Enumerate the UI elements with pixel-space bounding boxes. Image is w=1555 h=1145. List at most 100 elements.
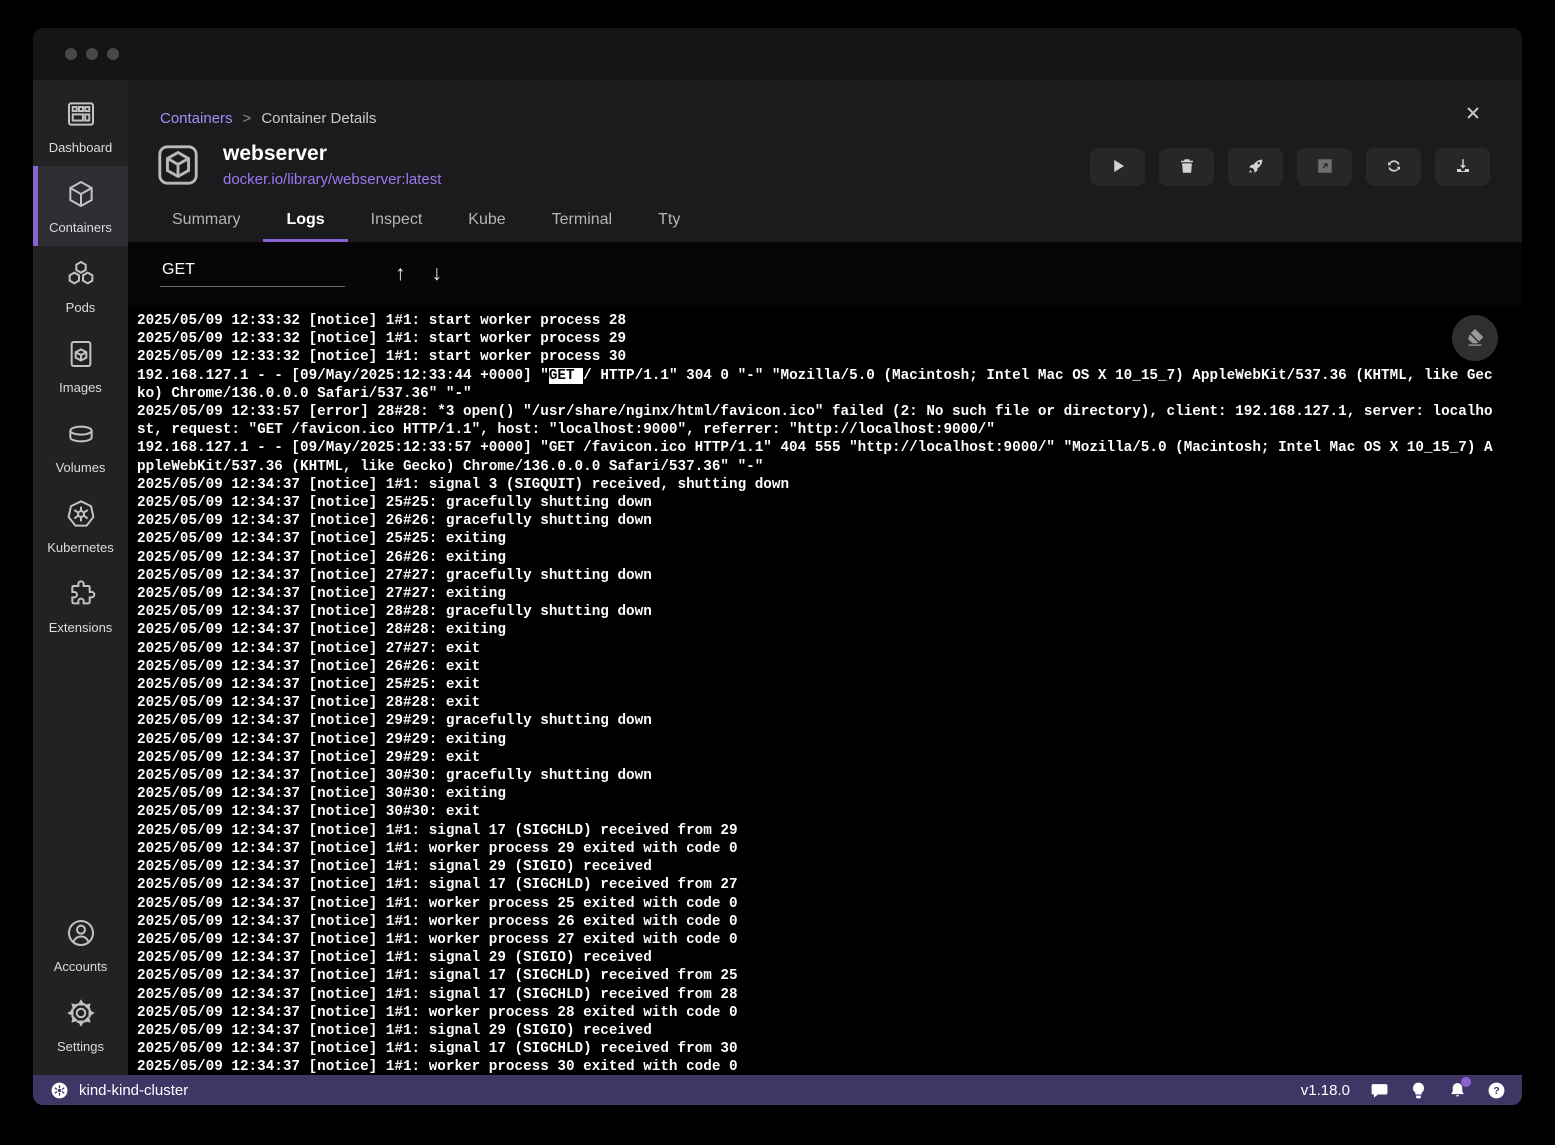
download-icon (1454, 157, 1472, 178)
delete-container-button[interactable] (1159, 148, 1214, 186)
log-search-bar: ↑ ↓ (128, 242, 1522, 305)
sidebar-item-pods[interactable]: Pods (33, 246, 128, 326)
log-line: 2025/05/09 12:34:37 [notice] 29#29: exit… (137, 731, 1522, 749)
tab-kube[interactable]: Kube (445, 211, 528, 242)
log-line: 2025/05/09 12:34:37 [notice] 29#29: grac… (137, 712, 1522, 730)
log-line: 2025/05/09 12:34:37 [notice] 30#30: grac… (137, 767, 1522, 785)
sidebar-item-label: Extensions (49, 620, 113, 635)
log-line: 2025/05/09 12:34:37 [notice] 1#1: signal… (137, 986, 1522, 1004)
tab-summary[interactable]: Summary (149, 211, 263, 242)
feedback-chat-icon[interactable] (1369, 1080, 1389, 1100)
window-titlebar (33, 28, 1522, 80)
log-line: 2025/05/09 12:34:37 [notice] 1#1: signal… (137, 949, 1522, 967)
page-title: webserver (223, 142, 441, 166)
log-line: 2025/05/09 12:33:32 [notice] 1#1: start … (137, 312, 1522, 330)
sidebar-item-kubernetes[interactable]: Kubernetes (33, 486, 128, 566)
sidebar-item-volumes[interactable]: Volumes (33, 406, 128, 486)
log-line: 2025/05/09 12:34:37 [notice] 1#1: worker… (137, 913, 1522, 931)
log-line: 2025/05/09 12:34:37 [notice] 26#26: exit (137, 658, 1522, 676)
sidebar-item-label: Settings (57, 1039, 104, 1054)
log-line: 2025/05/09 12:34:37 [notice] 1#1: worker… (137, 895, 1522, 913)
sidebar-spacer (33, 646, 128, 905)
log-line: 2025/05/09 12:34:37 [notice] 26#26: exit… (137, 549, 1522, 567)
tab-terminal[interactable]: Terminal (529, 211, 635, 242)
open-external-icon (1316, 157, 1334, 178)
cluster-name-label: kind-kind-cluster (79, 1082, 188, 1099)
image-reference-link[interactable]: docker.io/library/webserver:latest (223, 171, 441, 188)
log-line: 2025/05/09 12:33:32 [notice] 1#1: start … (137, 330, 1522, 348)
tab-logs[interactable]: Logs (263, 211, 347, 242)
log-line: 2025/05/09 12:34:37 [notice] 1#1: worker… (137, 931, 1522, 949)
notification-badge-dot (1461, 1077, 1471, 1087)
kubernetes-context-icon (49, 1080, 69, 1100)
sidebar-item-label: Containers (49, 220, 112, 235)
log-line: 192.168.127.1 - - [09/May/2025:12:33:44 … (137, 367, 1522, 385)
breadcrumb-separator: > (243, 110, 252, 127)
app-version-label: v1.18.0 (1301, 1082, 1350, 1099)
log-line: 2025/05/09 12:33:32 [notice] 1#1: start … (137, 348, 1522, 366)
trash-icon (1178, 157, 1196, 178)
log-line: 2025/05/09 12:34:37 [notice] 28#28: exit… (137, 621, 1522, 639)
kubernetes-context-button[interactable]: kind-kind-cluster (49, 1080, 188, 1100)
sidebar-item-settings[interactable]: Settings (33, 985, 128, 1065)
tab-inspect[interactable]: Inspect (348, 211, 446, 242)
log-line: 2025/05/09 12:34:37 [notice] 1#1: signal… (137, 876, 1522, 894)
breadcrumb: Containers > Container Details (160, 110, 376, 127)
sidebar-item-label: Kubernetes (47, 540, 114, 555)
search-previous-match-button[interactable]: ↑ (395, 262, 406, 286)
user-account-icon (65, 917, 97, 952)
svg-text:?: ? (1493, 1086, 1499, 1097)
log-search-input[interactable] (160, 261, 345, 287)
window-minimize-button[interactable] (86, 48, 98, 60)
log-line: 2025/05/09 12:34:37 [notice] 1#1: worker… (137, 840, 1522, 858)
sidebar-item-label: Volumes (56, 460, 106, 475)
sidebar-item-accounts[interactable]: Accounts (33, 905, 128, 985)
log-line: 2025/05/09 12:34:37 [notice] 1#1: signal… (137, 1022, 1522, 1040)
search-next-match-button[interactable]: ↓ (432, 262, 443, 286)
log-line: 2025/05/09 12:34:37 [notice] 27#27: grac… (137, 567, 1522, 585)
log-line: 2025/05/09 12:34:37 [notice] 1#1: worker… (137, 1058, 1522, 1075)
export-container-button[interactable] (1435, 148, 1490, 186)
sidebar-item-label: Pods (66, 300, 96, 315)
sidebar-item-extensions[interactable]: Extensions (33, 566, 128, 646)
start-container-button[interactable] (1090, 148, 1145, 186)
log-line: 2025/05/09 12:34:37 [notice] 25#25: exit (137, 676, 1522, 694)
tips-lightbulb-icon[interactable] (1408, 1080, 1428, 1100)
log-line: 2025/05/09 12:34:37 [notice] 26#26: grac… (137, 512, 1522, 530)
open-browser-button[interactable] (1297, 148, 1352, 186)
log-viewer[interactable]: 2025/05/09 12:33:32 [notice] 1#1: start … (128, 305, 1522, 1075)
log-line: 2025/05/09 12:34:37 [notice] 27#27: exit (137, 640, 1522, 658)
container-actions-toolbar (1090, 148, 1490, 186)
sidebar-item-containers[interactable]: Containers (33, 166, 128, 246)
breadcrumb-current: Container Details (261, 110, 376, 127)
window-close-button[interactable] (65, 48, 77, 60)
window-maximize-button[interactable] (107, 48, 119, 60)
rocket-icon (1247, 157, 1265, 178)
log-line: 2025/05/09 12:34:37 [notice] 28#28: grac… (137, 603, 1522, 621)
container-icon (155, 142, 201, 188)
tab-tty[interactable]: Tty (635, 211, 703, 242)
restart-container-button[interactable] (1366, 148, 1421, 186)
images-icon (65, 338, 97, 373)
close-icon (1465, 105, 1481, 126)
restart-icon (1385, 157, 1403, 178)
clear-logs-button[interactable] (1452, 315, 1498, 361)
container-cube-icon (65, 178, 97, 213)
notifications-bell-icon[interactable] (1447, 1080, 1467, 1100)
help-icon[interactable]: ? (1486, 1080, 1506, 1100)
pods-icon (65, 258, 97, 293)
status-bar: kind-kind-cluster v1.18.0 ? (33, 1075, 1522, 1105)
log-line: ppleWebKit/537.36 (KHTML, like Gecko) Ch… (137, 458, 1522, 476)
sidebar-item-label: Dashboard (49, 140, 113, 155)
container-details-header: Containers > Container Details webserver… (128, 80, 1522, 242)
log-line: 2025/05/09 12:34:37 [notice] 1#1: signal… (137, 476, 1522, 494)
sidebar-item-images[interactable]: Images (33, 326, 128, 406)
sidebar-item-dashboard[interactable]: Dashboard (33, 86, 128, 166)
breadcrumb-containers-link[interactable]: Containers (160, 110, 233, 127)
log-line: 2025/05/09 12:34:37 [notice] 1#1: worker… (137, 1004, 1522, 1022)
volumes-icon (65, 418, 97, 453)
log-line: ko) Chrome/136.0.0.0 Safari/537.36" "-" (137, 385, 1522, 403)
deploy-to-kubernetes-button[interactable] (1228, 148, 1283, 186)
close-details-button[interactable] (1460, 102, 1486, 128)
log-line: 2025/05/09 12:34:37 [notice] 1#1: signal… (137, 967, 1522, 985)
